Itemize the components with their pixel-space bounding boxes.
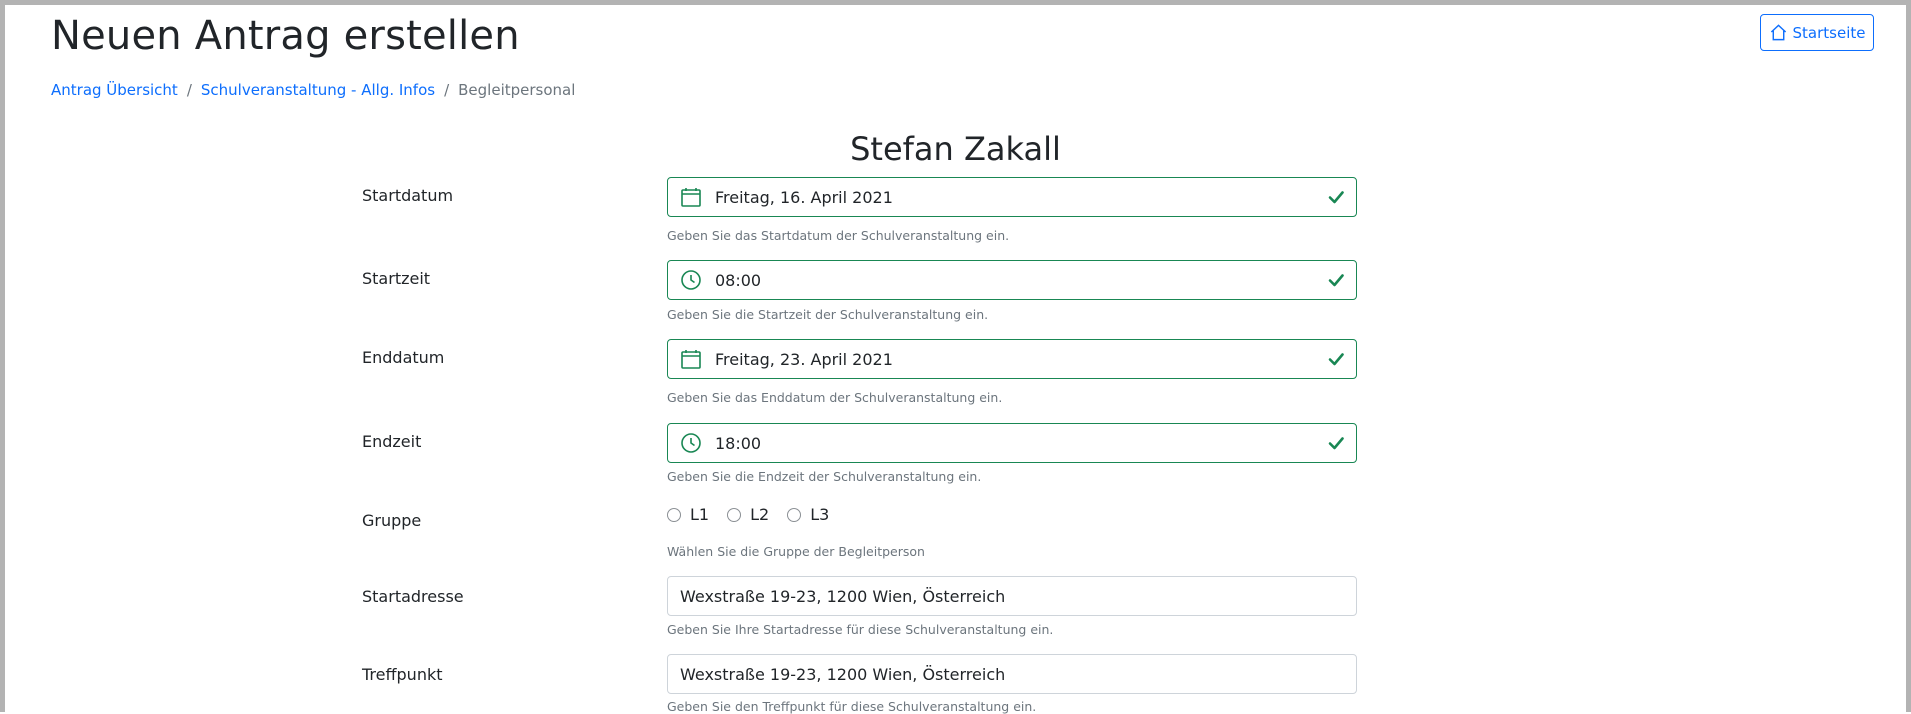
check-icon [1327, 188, 1345, 206]
startzeit-help: Geben Sie die Startzeit der Schulveranst… [667, 307, 989, 322]
radio-circle[interactable] [667, 507, 681, 522]
enddatum-input[interactable]: Freitag, 23. April 2021 [667, 339, 1357, 379]
startzeit-value: 08:00 [715, 270, 762, 290]
gruppe-help: Wählen Sie die Gruppe der Begleitperson [667, 544, 925, 559]
breadcrumb-separator: / [444, 81, 450, 99]
treffpunkt-input[interactable]: Wexstraße 19-23, 1200 Wien, Österreich [667, 654, 1357, 694]
radio-label: L1 [690, 505, 710, 524]
breadcrumb-separator: / [186, 81, 192, 99]
gruppe-radio-l1[interactable]: L1 [667, 505, 709, 524]
startadresse-help: Geben Sie Ihre Startadresse für diese Sc… [667, 622, 1054, 637]
startdatum-input[interactable]: Freitag, 16. April 2021 [667, 177, 1357, 217]
startzeit-input[interactable]: 08:00 [667, 260, 1357, 300]
person-name: Stefan Zakall [850, 130, 1061, 168]
treffpunkt-label: Treffpunkt [362, 665, 443, 684]
home-icon [1769, 23, 1788, 42]
gruppe-radio-group: L1 L2 L3 [667, 505, 829, 524]
calendar-icon [679, 185, 703, 209]
radio-circle[interactable] [727, 507, 742, 522]
radio-label: L2 [750, 505, 770, 524]
enddatum-label: Enddatum [362, 348, 445, 367]
calendar-icon [679, 347, 703, 371]
endzeit-input[interactable]: 18:00 [667, 423, 1357, 463]
enddatum-help: Geben Sie das Enddatum der Schulveransta… [667, 390, 1003, 405]
clock-icon [679, 431, 703, 455]
startdatum-label: Startdatum [362, 186, 454, 205]
page-title: Neuen Antrag erstellen [51, 13, 520, 59]
startadresse-value: Wexstraße 19-23, 1200 Wien, Österreich [680, 586, 1006, 606]
startadresse-label: Startadresse [362, 587, 464, 606]
breadcrumb: Antrag Übersicht / Schulveranstaltung - … [51, 81, 575, 99]
startzeit-label: Startzeit [362, 269, 431, 288]
endzeit-value: 18:00 [715, 433, 762, 453]
endzeit-help: Geben Sie die Endzeit der Schulveranstal… [667, 469, 982, 484]
breadcrumb-antrag-uebersicht[interactable]: Antrag Übersicht [51, 81, 178, 99]
radio-label: L3 [810, 505, 830, 524]
endzeit-label: Endzeit [362, 432, 422, 451]
startadresse-input[interactable]: Wexstraße 19-23, 1200 Wien, Österreich [667, 576, 1357, 616]
treffpunkt-value: Wexstraße 19-23, 1200 Wien, Österreich [680, 664, 1006, 684]
breadcrumb-begleitpersonal: Begleitpersonal [458, 81, 576, 99]
gruppe-label: Gruppe [362, 511, 422, 530]
gruppe-radio-l2[interactable]: L2 [727, 505, 769, 524]
startseite-label: Startseite [1792, 23, 1866, 42]
startdatum-help: Geben Sie das Startdatum der Schulverans… [667, 228, 1010, 243]
radio-circle[interactable] [787, 507, 802, 522]
check-icon [1327, 271, 1345, 289]
check-icon [1327, 350, 1345, 368]
clock-icon [679, 268, 703, 292]
startseite-button[interactable]: Startseite [1760, 14, 1874, 51]
breadcrumb-schulveranstaltung[interactable]: Schulveranstaltung - Allg. Infos [201, 81, 435, 99]
gruppe-radio-l3[interactable]: L3 [787, 505, 829, 524]
check-icon [1327, 434, 1345, 452]
startdatum-value: Freitag, 16. April 2021 [715, 187, 893, 207]
enddatum-value: Freitag, 23. April 2021 [715, 349, 893, 369]
